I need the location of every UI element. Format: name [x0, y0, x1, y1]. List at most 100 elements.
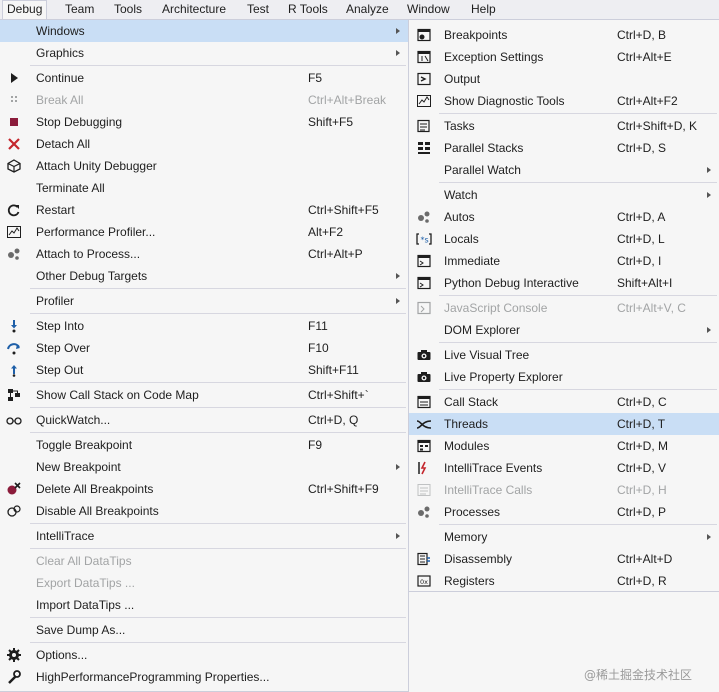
- windows-submenu-item-live-visual-tree[interactable]: Live Visual Tree: [409, 344, 719, 366]
- debug-menu-item-options[interactable]: Options...: [0, 644, 408, 666]
- windows-submenu-item-locals[interactable]: *s Locals Ctrl+D, L: [409, 228, 719, 250]
- debug-menu-item-save-dump-as[interactable]: Save Dump As...: [0, 619, 408, 641]
- menu-debug[interactable]: Debug: [2, 0, 48, 20]
- menu-item-label: Threads: [444, 417, 489, 431]
- debug-menu-item-disable-all-breakpoints[interactable]: Disable All Breakpoints: [0, 500, 408, 522]
- menu-item-label: Show Diagnostic Tools: [444, 94, 565, 108]
- windows-submenu-item-exception-settings[interactable]: Exception Settings Ctrl+Alt+E: [409, 46, 719, 68]
- windows-submenu-item-show-diagnostic-tools[interactable]: Show Diagnostic Tools Ctrl+Alt+F2: [409, 90, 719, 112]
- debug-menu-item-toggle-breakpoint[interactable]: Toggle Breakpoint F9: [0, 434, 408, 456]
- menu-separator: [30, 407, 406, 408]
- menu-tools[interactable]: Tools: [110, 0, 146, 19]
- windows-submenu-item-threads[interactable]: Threads Ctrl+D, T: [409, 413, 719, 435]
- windows-submenu-item-parallel-watch[interactable]: Parallel Watch: [409, 159, 719, 181]
- debug-menu-item-highperformanceprogramming-properties[interactable]: HighPerformanceProgramming Properties...: [0, 666, 408, 688]
- windows-submenu-item-processes[interactable]: Processes Ctrl+D, P: [409, 501, 719, 523]
- js-console-icon: [416, 301, 432, 315]
- menu-item-label: Tasks: [444, 119, 475, 133]
- restart-icon: [6, 203, 22, 217]
- menu-item-shortcut: Ctrl+D, R: [617, 574, 667, 588]
- debug-menu-item-profiler[interactable]: Profiler: [0, 290, 408, 312]
- debug-menu-item-step-out[interactable]: Step Out Shift+F11: [0, 359, 408, 381]
- windows-submenu-item-memory[interactable]: Memory: [409, 526, 719, 548]
- delete-breakpoints-icon: [6, 482, 22, 496]
- debug-menu-item-import-datatips[interactable]: Import DataTips ...: [0, 594, 408, 616]
- debug-menu-item-continue[interactable]: Continue F5: [0, 67, 408, 89]
- windows-submenu-item-registers[interactable]: 0x Registers Ctrl+D, R: [409, 570, 719, 592]
- processes-icon: [416, 505, 432, 519]
- menu-item-label: Delete All Breakpoints: [36, 482, 154, 496]
- windows-submenu-item-immediate[interactable]: Immediate Ctrl+D, I: [409, 250, 719, 272]
- menu-item-label: Terminate All: [36, 181, 105, 195]
- menu-item-label: Save Dump As...: [36, 623, 126, 637]
- debug-menu-item-step-into[interactable]: Step Into F11: [0, 315, 408, 337]
- windows-submenu-item-live-property-explorer[interactable]: Live Property Explorer: [409, 366, 719, 388]
- menu-item-shortcut: Ctrl+Shift+F5: [308, 203, 379, 217]
- menu-item-shortcut: Ctrl+Alt+P: [308, 247, 363, 261]
- debug-menu-item-attach-to-process[interactable]: Attach to Process... Ctrl+Alt+P: [0, 243, 408, 265]
- menu-item-shortcut: Ctrl+Alt+V, C: [617, 301, 686, 315]
- chevron-right-icon: [396, 464, 400, 470]
- menu-test[interactable]: Test: [243, 0, 273, 19]
- menu-item-shortcut: Ctrl+D, H: [617, 483, 667, 497]
- windows-submenu-item-dom-explorer[interactable]: DOM Explorer: [409, 319, 719, 341]
- menu-item-shortcut: Ctrl+D, B: [617, 28, 667, 42]
- menu-item-label: Modules: [444, 439, 490, 453]
- menu-separator: [439, 182, 717, 183]
- menu-separator: [439, 342, 717, 343]
- debug-menu-item-performance-profiler[interactable]: Performance Profiler... Alt+F2: [0, 221, 408, 243]
- windows-submenu-item-tasks[interactable]: Tasks Ctrl+Shift+D, K: [409, 115, 719, 137]
- debug-menu-item-stop-debugging[interactable]: Stop Debugging Shift+F5: [0, 111, 408, 133]
- menu-r-tools[interactable]: R Tools: [284, 0, 332, 19]
- windows-submenu-item-call-stack[interactable]: Call Stack Ctrl+D, C: [409, 391, 719, 413]
- windows-submenu-item-disassembly[interactable]: Disassembly Ctrl+Alt+D: [409, 548, 719, 570]
- menu-item-shortcut: Ctrl+D, V: [617, 461, 667, 475]
- debug-menu-item-terminate-all[interactable]: Terminate All: [0, 177, 408, 199]
- debug-menu-item-delete-all-breakpoints[interactable]: Delete All Breakpoints Ctrl+Shift+F9: [0, 478, 408, 500]
- debug-menu-item-show-call-stack-on-code-map[interactable]: Show Call Stack on Code Map Ctrl+Shift+`: [0, 384, 408, 406]
- menu-item-label: Options...: [36, 648, 88, 662]
- menu-item-label: Other Debug Targets: [36, 269, 148, 283]
- windows-submenu-item-modules[interactable]: Modules Ctrl+D, M: [409, 435, 719, 457]
- debug-menu-item-windows[interactable]: Windows: [0, 20, 408, 42]
- debug-menu-item-attach-unity-debugger[interactable]: Attach Unity Debugger: [0, 155, 408, 177]
- menu-architecture[interactable]: Architecture: [158, 0, 230, 19]
- windows-submenu-item-parallel-stacks[interactable]: Parallel Stacks Ctrl+D, S: [409, 137, 719, 159]
- windows-submenu-item-output[interactable]: Output: [409, 68, 719, 90]
- debug-menu-item-intellitrace[interactable]: IntelliTrace: [0, 525, 408, 547]
- windows-submenu-item-watch[interactable]: Watch: [409, 184, 719, 206]
- disassembly-icon: [416, 552, 432, 566]
- debug-menu-item-other-debug-targets[interactable]: Other Debug Targets: [0, 265, 408, 287]
- menu-separator: [439, 389, 717, 390]
- exception-icon: [416, 50, 432, 64]
- menu-item-shortcut: Shift+Alt+I: [617, 276, 673, 290]
- menu-help[interactable]: Help: [467, 0, 500, 19]
- windows-submenu: Breakpoints Ctrl+D, B Exception Settings Ct…: [408, 19, 719, 592]
- menu-analyze[interactable]: Analyze: [342, 0, 393, 19]
- chevron-right-icon: [396, 50, 400, 56]
- debug-menu-item-detach-all[interactable]: Detach All: [0, 133, 408, 155]
- camera-icon: [416, 370, 432, 384]
- menu-separator: [30, 432, 406, 433]
- stop-icon: [6, 115, 22, 129]
- threads-icon: [416, 417, 432, 431]
- debug-menu-item-graphics[interactable]: Graphics: [0, 42, 408, 64]
- menu-item-shortcut: Ctrl+Shift+D, K: [617, 119, 698, 133]
- menu-separator: [30, 313, 406, 314]
- menu-item-shortcut: Ctrl+Shift+`: [308, 388, 369, 402]
- menu-separator: [30, 548, 406, 549]
- debug-menu-item-restart[interactable]: Restart Ctrl+Shift+F5: [0, 199, 408, 221]
- menu-item-label: IntelliTrace Calls: [444, 483, 533, 497]
- menu-separator: [30, 65, 406, 66]
- windows-submenu-item-python-debug-interactive[interactable]: Python Debug Interactive Shift+Alt+I: [409, 272, 719, 294]
- menu-window[interactable]: Window: [403, 0, 454, 19]
- debug-menu-item-step-over[interactable]: Step Over F10: [0, 337, 408, 359]
- windows-submenu-item-autos[interactable]: Autos Ctrl+D, A: [409, 206, 719, 228]
- menu-team[interactable]: Team: [61, 0, 98, 19]
- debug-menu-item-new-breakpoint[interactable]: New Breakpoint: [0, 456, 408, 478]
- menu-item-label: Stop Debugging: [36, 115, 123, 129]
- debug-menu-item-quickwatch[interactable]: QuickWatch... Ctrl+D, Q: [0, 409, 408, 431]
- windows-submenu-item-intellitrace-events[interactable]: IntelliTrace Events Ctrl+D, V: [409, 457, 719, 479]
- chevron-right-icon: [396, 28, 400, 34]
- windows-submenu-item-breakpoints[interactable]: Breakpoints Ctrl+D, B: [409, 24, 719, 46]
